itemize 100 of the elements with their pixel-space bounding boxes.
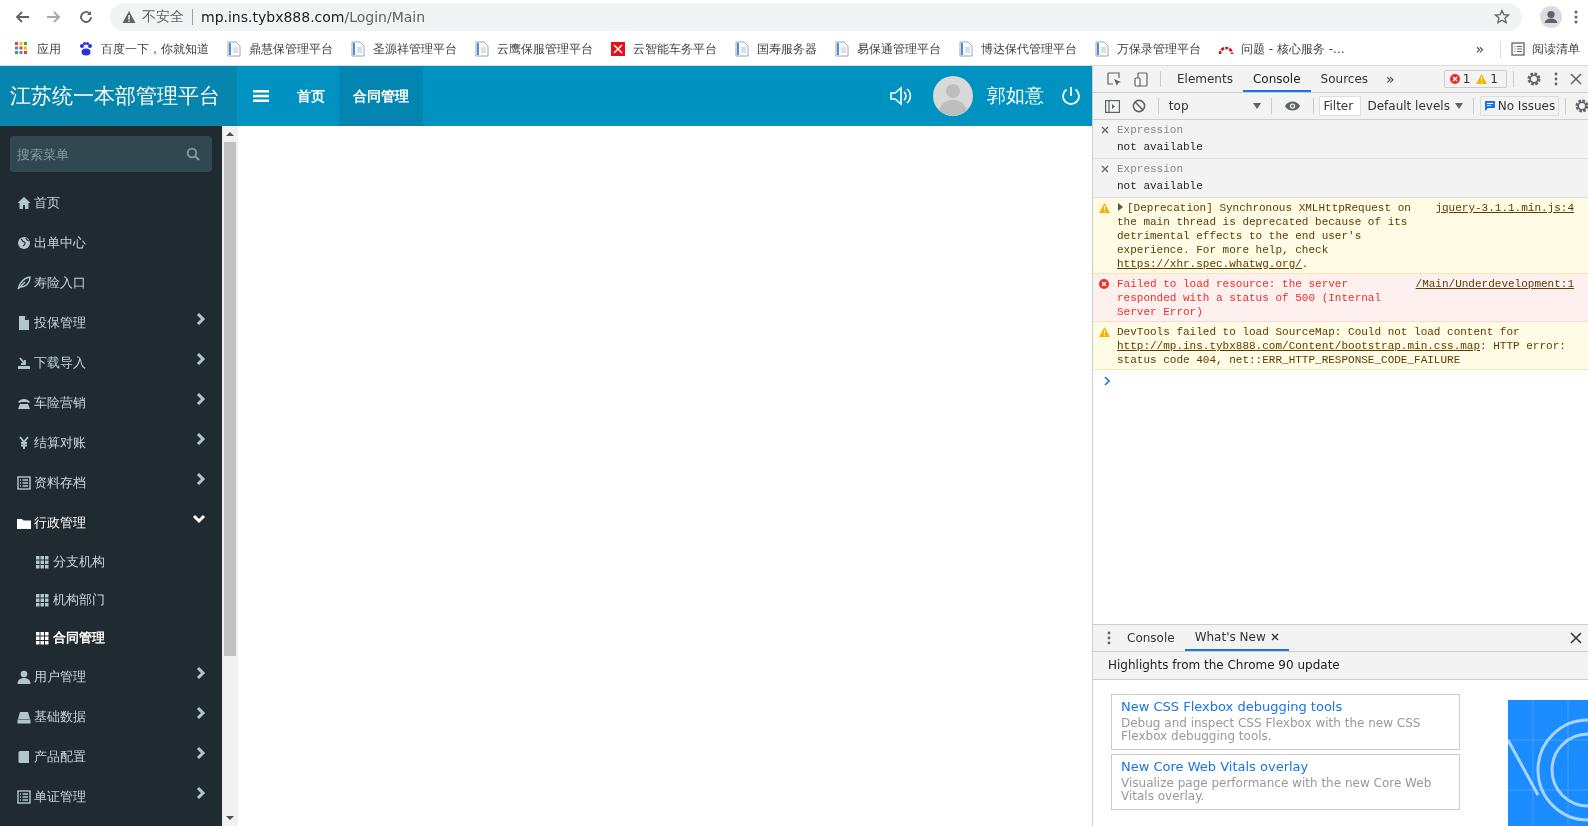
- eye-icon[interactable]: [1283, 100, 1301, 112]
- message-link[interactable]: http://mp.ins.tybx888.com/Content/bootstrap.min.css.map: [1117, 340, 1481, 352]
- expression-value: not available: [1116, 180, 1204, 192]
- scroll-down-icon[interactable]: [226, 815, 234, 821]
- address-bar[interactable]: 不安全 mp.ins.tybx888.com/Login/Main: [110, 2, 1522, 31]
- message-link[interactable]: https://xhr.spec.whatwg.org/: [1117, 258, 1302, 270]
- source-link[interactable]: jquery-3.1.1.min.js:4: [1435, 201, 1574, 215]
- close-icon[interactable]: [1570, 632, 1582, 644]
- power-icon[interactable]: [1060, 85, 1082, 107]
- sidebar-item[interactable]: 下载导入: [0, 343, 222, 383]
- avatar[interactable]: [933, 76, 973, 116]
- source-link[interactable]: /Main/Underdevelopment:1: [1415, 277, 1574, 291]
- grid-icon: [36, 555, 49, 569]
- levels-dropdown[interactable]: Default levels: [1361, 99, 1467, 113]
- bookmark[interactable]: 鼎慧保管理平台: [226, 40, 333, 58]
- expand-triangle-icon[interactable]: [1117, 203, 1124, 211]
- inspect-icon[interactable]: [1107, 71, 1122, 87]
- back-icon[interactable]: [14, 8, 30, 25]
- search-field[interactable]: 搜索菜单: [10, 136, 212, 172]
- settings-icon[interactable]: [1573, 98, 1588, 114]
- user-name[interactable]: 郭如意: [987, 83, 1044, 109]
- bookmark[interactable]: 百度一下，你就知道: [78, 40, 209, 58]
- sidebar-item[interactable]: 产品配置: [0, 737, 222, 777]
- leaf-icon: [17, 276, 31, 290]
- bookmark[interactable]: 云鹰保服管理平台: [474, 40, 593, 58]
- sidebar-item[interactable]: 基础数据: [0, 697, 222, 737]
- menu-icon[interactable]: [253, 89, 269, 103]
- sidebar-subitem[interactable]: 机构部门: [0, 581, 222, 619]
- message-icon: [1484, 101, 1495, 111]
- speaker-icon[interactable]: [889, 85, 913, 107]
- sidebar-item[interactable]: 单证管理: [0, 777, 222, 817]
- more-tabs[interactable]: »: [1378, 71, 1403, 87]
- bookmark[interactable]: 云智能车务平台: [610, 40, 717, 58]
- filter-field[interactable]: Filter: [1319, 96, 1362, 116]
- error-icon: [1449, 74, 1460, 84]
- card-description: Debug and inspect CSS Flexbox with the new CSS Flexbox debugging tools.: [1121, 717, 1422, 743]
- feature-card[interactable]: New CSS Flexbox debugging tools Debug and inspect CSS Flexbox with the new CSS Flexbox debugging tools.: [1111, 694, 1460, 750]
- sidebar-item[interactable]: 结算对账: [0, 423, 222, 463]
- chevron-right-icon: [196, 432, 206, 446]
- star-icon[interactable]: [1494, 8, 1510, 25]
- reading-list[interactable]: 阅读清单: [1500, 40, 1580, 58]
- bookmark[interactable]: 问题 - 核心服务 -...: [1218, 40, 1345, 58]
- bookmark[interactable]: 万保录管理平台: [1094, 40, 1201, 58]
- warning-icon: [1476, 74, 1488, 84]
- close-icon[interactable]: [1570, 73, 1582, 85]
- more-icon[interactable]: [1574, 8, 1578, 25]
- issues-button[interactable]: No Issues: [1479, 96, 1560, 116]
- feature-card[interactable]: New Core Web Vitals overlay Visualize page performance with the new Core Web Vitals overlay.: [1111, 754, 1460, 810]
- bookmark[interactable]: 易保通管理平台: [834, 40, 941, 58]
- clear-icon[interactable]: [1132, 99, 1146, 113]
- drawer-tab[interactable]: Console: [1117, 625, 1185, 651]
- sidebar-toggle-icon[interactable]: [1105, 99, 1120, 113]
- device-icon[interactable]: [1134, 71, 1148, 87]
- more-icon[interactable]: [1554, 72, 1558, 86]
- bookmark[interactable]: 博达保代管理平台: [958, 40, 1077, 58]
- page-icon: [474, 41, 490, 57]
- nav-tab[interactable]: 首页: [283, 66, 339, 126]
- devtools-tab[interactable]: Elements: [1167, 66, 1243, 92]
- sidebar-subitem[interactable]: 合同管理: [0, 619, 222, 657]
- sidebar-item[interactable]: 资料存档: [0, 463, 222, 503]
- sidebar-item[interactable]: 车险营销: [0, 383, 222, 423]
- close-icon[interactable]: [1270, 633, 1279, 641]
- card-title[interactable]: New CSS Flexbox debugging tools: [1121, 699, 1450, 714]
- card-description: Visualize page performance with the new Core Web Vitals overlay.: [1121, 777, 1433, 803]
- bookmark[interactable]: 应用: [14, 40, 61, 58]
- scrollbar[interactable]: [222, 126, 238, 826]
- reload-icon[interactable]: [78, 8, 94, 25]
- sidebar-item[interactable]: 寿险入口: [0, 263, 222, 303]
- sidebar-item[interactable]: 首页: [0, 183, 222, 223]
- scrollbar-thumb[interactable]: [224, 142, 236, 656]
- bookmark[interactable]: 圣源祥管理平台: [350, 40, 457, 58]
- sidebar-item[interactable]: 行政管理: [0, 503, 222, 543]
- prompt-icon[interactable]: [1103, 376, 1111, 386]
- scroll-up-icon[interactable]: [226, 131, 234, 137]
- page-icon: [1094, 41, 1110, 57]
- sidebar-item[interactable]: 用户管理: [0, 657, 222, 697]
- profile-icon[interactable]: [1540, 5, 1562, 28]
- context-dropdown[interactable]: top: [1164, 99, 1265, 113]
- more-icon[interactable]: [1107, 631, 1111, 645]
- settings-icon[interactable]: [1526, 71, 1542, 87]
- caret-icon: [1252, 103, 1261, 109]
- sidebar-item[interactable]: 投保管理: [0, 303, 222, 343]
- grid-icon: [36, 593, 49, 607]
- sidebar-item[interactable]: 出单中心: [0, 223, 222, 263]
- bookmarks-overflow[interactable]: »: [1475, 41, 1484, 57]
- sidebar-subitem[interactable]: 分支机构: [0, 543, 222, 581]
- close-icon[interactable]: [1101, 165, 1109, 173]
- nav-tab[interactable]: 合同管理: [339, 66, 423, 126]
- card-title[interactable]: New Core Web Vitals overlay: [1121, 759, 1450, 774]
- bookmark[interactable]: 国寿服务器: [734, 40, 817, 58]
- reading-list-icon: [1511, 42, 1525, 56]
- issue-counter[interactable]: 1 1: [1443, 70, 1507, 88]
- expression-value: not available: [1116, 141, 1204, 153]
- message-text: Failed to load resource: the server responded with a status of 500 (Internal Server Error): [1117, 277, 1383, 319]
- close-icon[interactable]: [1101, 126, 1109, 134]
- devtools-tab[interactable]: Sources: [1310, 66, 1379, 92]
- file-icon: [17, 316, 31, 330]
- chevron-right-icon: [196, 706, 206, 720]
- chevron-right-icon: [196, 352, 206, 366]
- error-icon: [1099, 279, 1110, 289]
